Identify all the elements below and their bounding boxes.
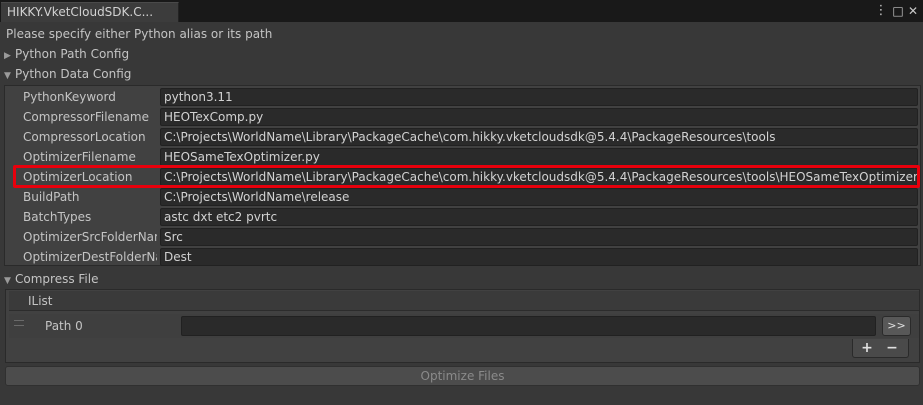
more-options-icon[interactable]: ⋮ [874, 3, 888, 19]
compress-file-label: Compress File [15, 272, 99, 286]
optimizer-filename-input[interactable]: HEOSameTexOptimizer.py [160, 148, 918, 166]
list-header [9, 291, 919, 311]
python-data-config-foldout[interactable]: ▼ Python Data Config [4, 65, 131, 83]
hint-text: Please specify either Python alias or it… [6, 27, 273, 41]
triangle-down-icon: ▼ [4, 71, 11, 81]
maximize-icon[interactable]: □ [891, 3, 905, 19]
drag-handle-icon[interactable] [14, 320, 24, 326]
field-label-optimizer-filename: OptimizerFilename [23, 150, 136, 164]
python-data-config-label: Python Data Config [15, 67, 132, 81]
field-label-compressor-filename: CompressorFilename [23, 110, 149, 124]
close-icon[interactable]: ✕ [906, 3, 920, 19]
path-0-label: Path 0 [45, 319, 83, 333]
window-tab[interactable]: HIKKY.VketCloudSDK.C... [1, 2, 179, 22]
python-path-config-label: Python Path Config [15, 47, 130, 61]
optimizer-src-folder-input[interactable]: Src [160, 228, 918, 246]
optimize-files-button[interactable]: Optimize Files [5, 366, 920, 386]
field-label-compressor-location: CompressorLocation [23, 130, 146, 144]
path-0-input[interactable] [181, 316, 876, 336]
remove-item-button[interactable]: − [881, 339, 903, 357]
highlight-box [13, 165, 920, 188]
compressor-filename-input[interactable]: HEOTexComp.py [160, 108, 918, 126]
batch-types-input[interactable]: astc dxt etc2 pvrtc [160, 208, 918, 226]
field-label-python-keyword: PythonKeyword [23, 90, 116, 104]
compress-file-foldout[interactable]: ▼ Compress File [4, 270, 98, 288]
field-label-batch-types: BatchTypes [23, 210, 92, 224]
build-path-input[interactable]: C:\Projects\WorldName\release [160, 188, 918, 206]
field-label-optimizer-dest-folder: OptimizerDestFolderNar [23, 250, 157, 264]
add-item-button[interactable]: + [856, 339, 878, 357]
list-title: IList [28, 294, 53, 308]
triangle-right-icon: ▶ [4, 51, 11, 61]
browse-button[interactable]: >> [882, 316, 911, 336]
python-path-config-foldout[interactable]: ▶ Python Path Config [4, 45, 129, 63]
field-label-optimizer-src-folder: OptimizerSrcFolderNam [23, 230, 157, 244]
field-label-build-path: BuildPath [23, 190, 80, 204]
optimizer-dest-folder-input[interactable]: Dest [160, 248, 918, 266]
triangle-down-icon: ▼ [4, 276, 11, 286]
python-keyword-input[interactable]: python3.11 [160, 88, 918, 106]
compressor-location-input[interactable]: C:\Projects\WorldName\Library\PackageCac… [160, 128, 918, 146]
